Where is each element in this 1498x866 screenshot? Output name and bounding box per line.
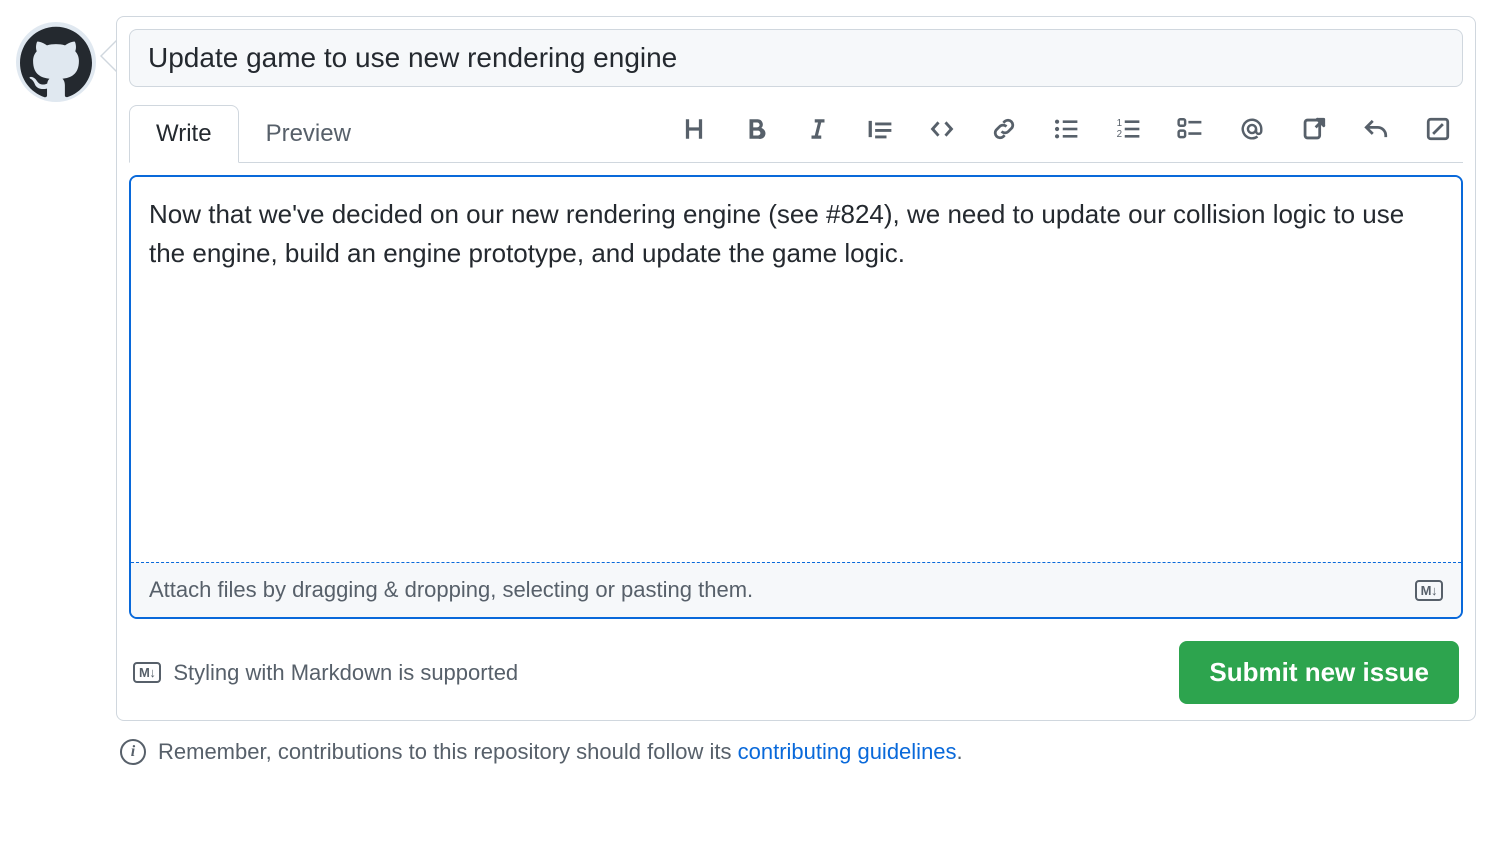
numbered-list-icon[interactable]: 12 (1111, 112, 1145, 146)
bullet-list-icon[interactable] (1049, 112, 1083, 146)
svg-text:2: 2 (1117, 129, 1122, 140)
quote-icon[interactable] (863, 112, 897, 146)
bold-icon[interactable] (739, 112, 773, 146)
submit-button[interactable]: Submit new issue (1179, 641, 1459, 704)
guidelines-link[interactable]: contributing guidelines (738, 739, 957, 764)
svg-text:1: 1 (1117, 117, 1122, 128)
tasklist-icon[interactable] (1173, 112, 1207, 146)
italic-icon[interactable] (801, 112, 835, 146)
mention-icon[interactable] (1235, 112, 1269, 146)
info-icon: i (120, 739, 146, 765)
markdown-badge-icon: M↓ (133, 662, 161, 683)
markdown-hint-text: Styling with Markdown is supported (173, 660, 518, 686)
speech-arrow (100, 40, 116, 72)
avatar (16, 22, 96, 102)
cross-reference-icon[interactable] (1297, 112, 1331, 146)
attach-hint-text: Attach files by dragging & dropping, sel… (149, 577, 753, 603)
code-icon[interactable] (925, 112, 959, 146)
title-input[interactable] (129, 29, 1463, 87)
attach-hint-bar[interactable]: Attach files by dragging & dropping, sel… (131, 562, 1461, 617)
guidelines-row: i Remember, contributions to this reposi… (120, 739, 1476, 765)
issue-form: Write Preview (116, 16, 1476, 721)
tab-preview[interactable]: Preview (239, 105, 378, 163)
heading-icon[interactable] (677, 112, 711, 146)
guidelines-suffix: . (957, 739, 963, 764)
reply-icon[interactable] (1359, 112, 1393, 146)
formatting-toolbar: 12 (677, 112, 1463, 156)
markdown-hint[interactable]: M↓ Styling with Markdown is supported (133, 660, 518, 686)
link-icon[interactable] (987, 112, 1021, 146)
editor-tabs-row: Write Preview (129, 105, 1463, 163)
body-textarea[interactable] (131, 177, 1461, 557)
guidelines-prefix: Remember, contributions to this reposito… (158, 739, 738, 764)
editor-container: Attach files by dragging & dropping, sel… (129, 175, 1463, 619)
diff-icon[interactable] (1421, 112, 1455, 146)
markdown-badge-icon: M↓ (1415, 580, 1443, 601)
tab-write[interactable]: Write (129, 105, 239, 163)
footer-row: M↓ Styling with Markdown is supported Su… (129, 641, 1463, 708)
